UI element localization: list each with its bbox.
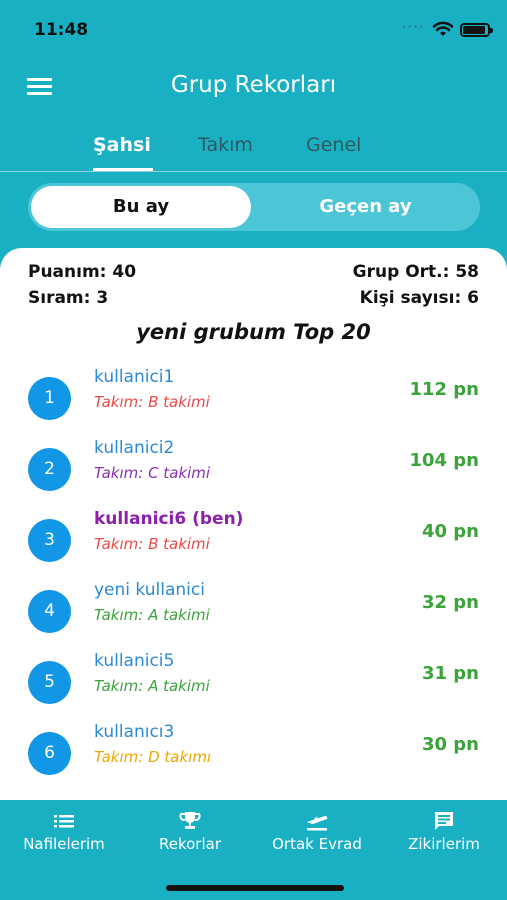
rank-badge: 6 bbox=[28, 732, 71, 775]
status-time: 11:48 bbox=[34, 20, 89, 40]
battery-icon bbox=[460, 23, 493, 37]
segment-last-month[interactable]: Geçen ay bbox=[254, 186, 477, 228]
rank-badge: 2 bbox=[28, 448, 71, 491]
signal-icon: ···· bbox=[402, 22, 426, 33]
nav-ortak-evrad[interactable]: Ortak Evrad bbox=[254, 810, 380, 853]
leaderboard-row-me[interactable]: 3 kullanici6 (ben) Takım: B takimi 40 pn bbox=[0, 509, 507, 569]
user-name: kullanici5 bbox=[94, 651, 175, 671]
team-name: Takım: A takimi bbox=[94, 606, 210, 624]
team-name: Takım: D takımı bbox=[94, 748, 212, 766]
tab-sahsi[interactable]: Şahsi bbox=[93, 134, 151, 156]
user-points: 40 pn bbox=[421, 521, 479, 542]
tabs-divider bbox=[0, 171, 507, 172]
rank-badge: 1 bbox=[28, 377, 71, 420]
segment-this-month[interactable]: Bu ay bbox=[31, 186, 251, 228]
user-points: 31 pn bbox=[421, 663, 479, 684]
user-name: kullanıcı3 bbox=[94, 722, 175, 742]
period-segment: Bu ay Geçen ay bbox=[28, 183, 480, 231]
user-points: 32 pn bbox=[421, 592, 479, 613]
leaderboard-row[interactable]: 2 kullanici2 Takım: C takimi 104 pn bbox=[0, 438, 507, 498]
rank-badge: 5 bbox=[28, 661, 71, 704]
group-title: yeni grubum Top 20 bbox=[136, 320, 371, 344]
nav-label: Ortak Evrad bbox=[272, 835, 362, 853]
rank-badge: 3 bbox=[28, 519, 71, 562]
user-name: kullanici1 bbox=[94, 367, 175, 387]
nav-rekorlar[interactable]: Rekorlar bbox=[127, 810, 253, 853]
user-points: 30 pn bbox=[421, 734, 479, 755]
leaderboard-row[interactable]: 4 yeni kullanici Takım: A takimi 32 pn bbox=[0, 580, 507, 640]
user-name: kullanici2 bbox=[94, 438, 175, 458]
team-name: Takım: C takimi bbox=[94, 464, 211, 482]
nav-label: Nafilelerim bbox=[23, 835, 105, 853]
leaderboard-row[interactable]: 6 kullanıcı3 Takım: D takımı 30 pn bbox=[0, 722, 507, 782]
nav-label: Zikirlerim bbox=[408, 835, 480, 853]
rank-badge: 4 bbox=[28, 590, 71, 633]
home-indicator bbox=[166, 885, 344, 891]
records-card: Puanım: 40 Grup Ort.: 58 Sıram: 3 Kişi s… bbox=[0, 248, 507, 808]
chat-icon bbox=[435, 812, 453, 830]
team-name: Takım: A takimi bbox=[94, 677, 210, 695]
tab-takim[interactable]: Takım bbox=[198, 134, 253, 156]
member-count: Kişi sayısı: 6 bbox=[359, 288, 479, 308]
my-points: Puanım: 40 bbox=[28, 262, 137, 282]
page-title: Grup Rekorları bbox=[170, 72, 337, 98]
leaderboard-row[interactable]: 1 kullanici1 Takım: B takimi 112 pn bbox=[0, 367, 507, 427]
nav-label: Rekorlar bbox=[159, 835, 221, 853]
user-points: 112 pn bbox=[409, 379, 479, 400]
airplane-icon bbox=[307, 815, 328, 831]
team-name: Takım: B takimi bbox=[94, 535, 210, 553]
trophy-icon bbox=[179, 812, 201, 829]
nav-nafilelerim[interactable]: Nafilelerim bbox=[1, 810, 127, 853]
tab-genel[interactable]: Genel bbox=[306, 134, 361, 156]
team-name: Takım: B takimi bbox=[94, 393, 210, 411]
user-points: 104 pn bbox=[409, 450, 479, 471]
status-bar: 11:48 ···· bbox=[0, 0, 507, 60]
user-name: kullanici6 (ben) bbox=[94, 509, 244, 529]
list-icon bbox=[54, 815, 74, 828]
wifi-icon bbox=[432, 21, 454, 36]
leaderboard-row[interactable]: 5 kullanici5 Takım: A takimi 31 pn bbox=[0, 651, 507, 711]
user-name: yeni kullanici bbox=[94, 580, 205, 600]
tab-bar: Şahsi Takım Genel bbox=[0, 130, 507, 172]
my-rank: Sıram: 3 bbox=[28, 288, 109, 308]
group-average: Grup Ort.: 58 bbox=[352, 262, 479, 282]
nav-zikirlerim[interactable]: Zikirlerim bbox=[381, 810, 507, 853]
